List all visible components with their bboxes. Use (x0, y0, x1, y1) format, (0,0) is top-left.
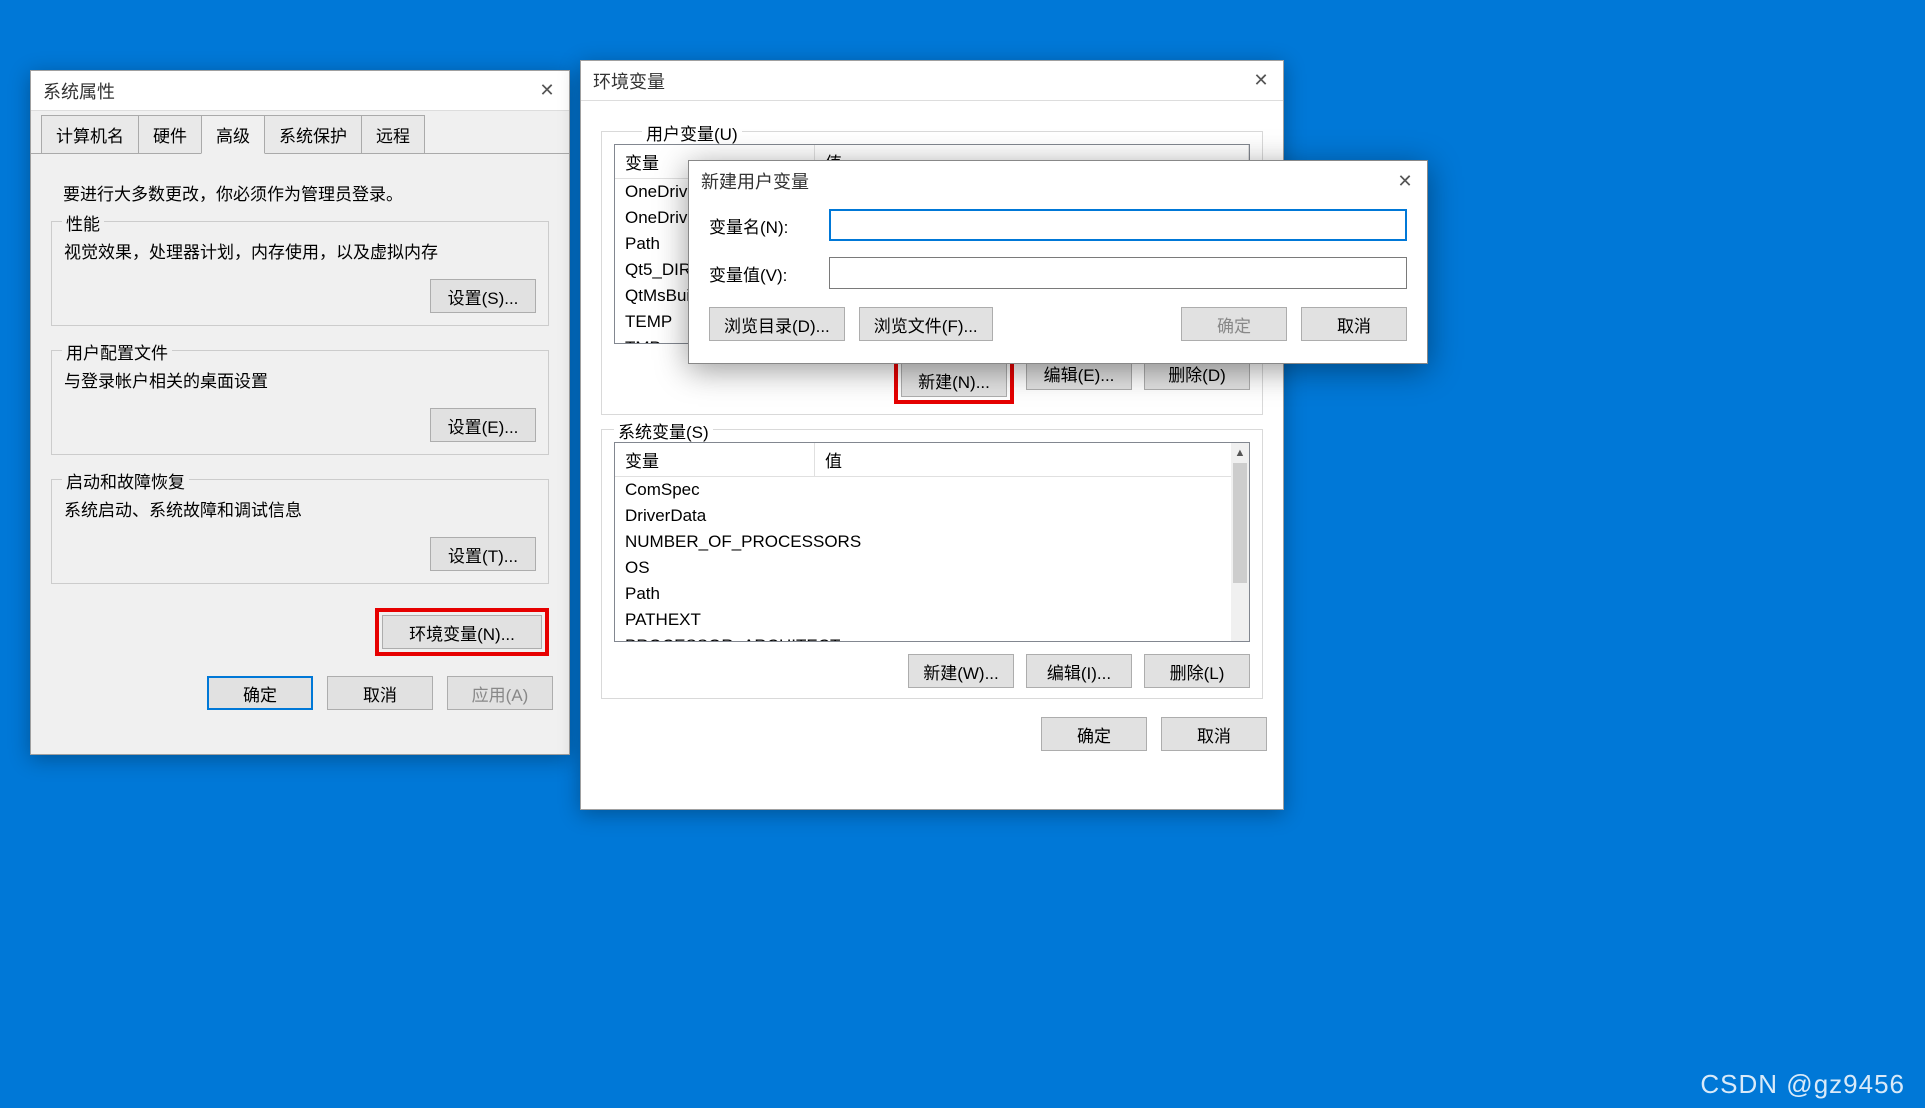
sys-vars-title: 系统变量(S) (614, 418, 713, 443)
list-item[interactable]: OS (615, 555, 1249, 581)
user-vars-title: 用户变量(U) (642, 120, 742, 145)
performance-title: 性能 (62, 210, 104, 235)
user-profile-settings-button[interactable]: 设置(E)... (430, 408, 536, 442)
performance-desc: 视觉效果，处理器计划，内存使用，以及虚拟内存 (64, 238, 536, 263)
ok-button[interactable]: 确定 (1181, 307, 1287, 341)
newvar-titlebar[interactable]: 新建用户变量 ✕ (689, 161, 1427, 201)
sysprops-title: 系统属性 (43, 78, 537, 104)
envvars-titlebar[interactable]: 环境变量 ✕ (581, 61, 1283, 101)
startup-title: 启动和故障恢复 (62, 468, 189, 493)
list-item[interactable]: PROCESSOR_ARCHITECT... (615, 633, 1249, 642)
close-icon[interactable]: ✕ (1251, 71, 1271, 91)
scroll-up-icon[interactable]: ▲ (1231, 443, 1249, 463)
newvar-title: 新建用户变量 (701, 168, 1395, 194)
cancel-button[interactable]: 取消 (1161, 717, 1267, 751)
environment-variables-button[interactable]: 环境变量(N)... (382, 615, 542, 649)
edit-sys-var-button[interactable]: 编辑(I)... (1026, 654, 1132, 688)
tab-computer-name[interactable]: 计算机名 (41, 115, 139, 153)
sys-vars-section: 系统变量(S) 变量 值 ComSpec DriverData NUMBER_O… (601, 429, 1263, 699)
browse-dir-button[interactable]: 浏览目录(D)... (709, 307, 845, 341)
envvars-title: 环境变量 (593, 68, 1251, 94)
var-name-row: 变量名(N): (689, 201, 1427, 249)
apply-button[interactable]: 应用(A) (447, 676, 553, 710)
ok-button[interactable]: 确定 (1041, 717, 1147, 751)
startup-desc: 系统启动、系统故障和调试信息 (64, 496, 536, 521)
user-profile-desc: 与登录帐户相关的桌面设置 (64, 367, 536, 392)
startup-settings-button[interactable]: 设置(T)... (430, 537, 536, 571)
list-item[interactable]: NUMBER_OF_PROCESSORS (615, 529, 1249, 555)
tab-advanced[interactable]: 高级 (201, 115, 265, 154)
system-properties-window: 系统属性 ✕ 计算机名 硬件 高级 系统保护 远程 要进行大多数更改，你必须作为… (30, 70, 570, 755)
list-item[interactable]: ComSpec (615, 477, 1249, 503)
list-item[interactable]: Path (615, 581, 1249, 607)
list-item[interactable]: PATHEXT (615, 607, 1249, 633)
sys-vars-listbox[interactable]: 变量 值 ComSpec DriverData NUMBER_OF_PROCES… (614, 442, 1250, 642)
new-user-var-button[interactable]: 新建(N)... (901, 363, 1007, 397)
var-name-input[interactable] (829, 209, 1407, 241)
sys-vars-header: 变量 值 (615, 443, 1249, 477)
cancel-button[interactable]: 取消 (327, 676, 433, 710)
newvar-buttons: 浏览目录(D)... 浏览文件(F)... 确定 取消 (689, 297, 1427, 351)
performance-group: 性能 视觉效果，处理器计划，内存使用，以及虚拟内存 设置(S)... (51, 221, 549, 326)
browse-file-button[interactable]: 浏览文件(F)... (859, 307, 993, 341)
ok-button[interactable]: 确定 (207, 676, 313, 710)
col-value[interactable]: 值 (815, 443, 1249, 476)
performance-settings-button[interactable]: 设置(S)... (430, 279, 536, 313)
sysprops-footer: 确定 取消 应用(A) (31, 666, 569, 720)
sysprops-titlebar[interactable]: 系统属性 ✕ (31, 71, 569, 111)
new-user-variable-dialog: 新建用户变量 ✕ 变量名(N): 变量值(V): 浏览目录(D)... 浏览文件… (688, 160, 1428, 364)
scrollbar-thumb[interactable] (1233, 463, 1247, 583)
sysprops-body: 要进行大多数更改，你必须作为管理员登录。 性能 视觉效果，处理器计划，内存使用，… (31, 154, 569, 666)
watermark: CSDN @gz9456 (1700, 1069, 1905, 1100)
var-value-label: 变量值(V): (709, 261, 829, 286)
var-name-label: 变量名(N): (709, 213, 829, 238)
close-icon[interactable]: ✕ (1395, 171, 1415, 191)
tab-system-protection[interactable]: 系统保护 (264, 115, 362, 153)
admin-instruction: 要进行大多数更改，你必须作为管理员登录。 (63, 180, 549, 205)
sys-vars-buttons: 新建(W)... 编辑(I)... 删除(L) (614, 654, 1250, 688)
sysprops-tabs: 计算机名 硬件 高级 系统保护 远程 (31, 111, 569, 154)
user-profile-group: 用户配置文件 与登录帐户相关的桌面设置 设置(E)... (51, 350, 549, 455)
startup-group: 启动和故障恢复 系统启动、系统故障和调试信息 设置(T)... (51, 479, 549, 584)
delete-sys-var-button[interactable]: 删除(L) (1144, 654, 1250, 688)
tab-remote[interactable]: 远程 (361, 115, 425, 153)
tab-hardware[interactable]: 硬件 (138, 115, 202, 153)
new-sys-var-button[interactable]: 新建(W)... (908, 654, 1014, 688)
list-item[interactable]: DriverData (615, 503, 1249, 529)
close-icon[interactable]: ✕ (537, 81, 557, 101)
cancel-button[interactable]: 取消 (1301, 307, 1407, 341)
scrollbar[interactable]: ▲ (1231, 443, 1249, 641)
envvars-footer: 确定 取消 (581, 707, 1283, 761)
col-variable[interactable]: 变量 (615, 443, 815, 476)
env-var-highlight: 环境变量(N)... (375, 608, 549, 656)
var-value-row: 变量值(V): (689, 249, 1427, 297)
user-profile-title: 用户配置文件 (62, 339, 172, 364)
var-value-input[interactable] (829, 257, 1407, 289)
